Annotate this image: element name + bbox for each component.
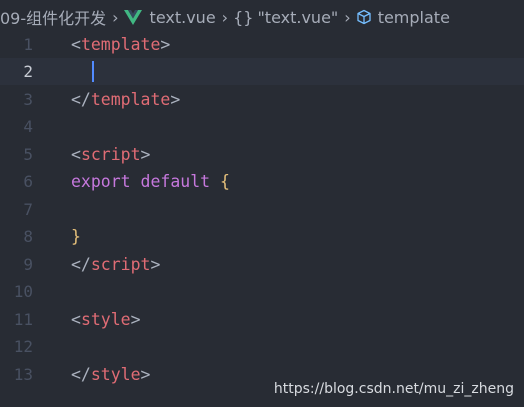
tag-open-bracket: <: [71, 310, 81, 329]
code-text: </script>: [71, 251, 160, 278]
line-number: 7: [23, 200, 33, 219]
line-number: 8: [23, 227, 33, 246]
code-text: <template>: [71, 31, 170, 58]
tag-name: template: [90, 90, 171, 109]
line-number: 1: [23, 35, 33, 54]
text-cursor: [92, 61, 94, 82]
chevron-right-icon: ›: [221, 7, 229, 27]
tag-name: script: [90, 255, 151, 274]
tag-name: template: [80, 35, 161, 54]
code-text: }: [71, 223, 81, 250]
braces-icon: {}: [233, 7, 254, 27]
code-text: </template>: [71, 86, 180, 113]
code-line[interactable]: 12: [0, 333, 524, 360]
tag-close-bracket: >: [160, 35, 171, 54]
code-line[interactable]: 3 </template>: [0, 86, 524, 113]
line-number: 6: [23, 172, 33, 191]
tag-close-bracket: >: [170, 90, 181, 109]
watermark: https://blog.csdn.net/mu_zi_zheng: [273, 381, 514, 397]
line-number: 12: [13, 337, 33, 356]
breadcrumb-object-label: "text.vue": [257, 7, 339, 27]
line-number: 4: [23, 117, 33, 136]
tag-open-bracket: <: [71, 145, 81, 164]
chevron-right-icon: ›: [344, 7, 351, 27]
code-line[interactable]: 7: [0, 196, 524, 223]
tag-close-bracket: >: [150, 255, 161, 274]
tag-open-bracket: </: [71, 365, 91, 384]
code-text: <style>: [71, 306, 141, 333]
code-line[interactable]: 4: [0, 113, 524, 140]
code-line[interactable]: 11 <style>: [0, 306, 524, 333]
open-brace: {: [220, 172, 230, 191]
line-number: 3: [23, 90, 33, 109]
code-line[interactable]: 9 </script>: [0, 251, 524, 278]
breadcrumb-file-label: text.vue: [149, 7, 216, 27]
code-editor[interactable]: 1 <template> 2 3 </template> 4 5 <script…: [0, 31, 524, 407]
tag-close-bracket: >: [140, 145, 151, 164]
line-number: 13: [13, 365, 33, 384]
breadcrumb: 09-组件化开发 › text.vue › {} "text.vue" › te…: [0, 0, 524, 34]
tag-name: style: [80, 310, 131, 329]
vue-file-icon: [123, 9, 142, 25]
tag-open-bracket: <: [71, 35, 81, 54]
code-line[interactable]: 8 }: [0, 223, 524, 250]
tag-name: style: [90, 365, 141, 384]
code-text: <script>: [71, 141, 150, 168]
tag-name: script: [80, 145, 141, 164]
tag-open-bracket: </: [71, 255, 91, 274]
close-brace: }: [71, 227, 81, 246]
tag-close-bracket: >: [140, 365, 151, 384]
line-number: 11: [13, 310, 33, 329]
code-line[interactable]: 6 export default {: [0, 168, 524, 195]
cube-icon: [356, 9, 372, 25]
tag-close-bracket: >: [130, 310, 141, 329]
keyword-export: export: [71, 172, 131, 191]
keyword-default: default: [140, 172, 211, 191]
code-text: </style>: [71, 361, 150, 388]
line-number: 5: [23, 145, 33, 164]
breadcrumb-symbol[interactable]: template: [356, 8, 450, 27]
line-number: 9: [23, 255, 33, 274]
code-line-active[interactable]: 2: [0, 58, 524, 85]
code-text: export default {: [71, 168, 230, 195]
code-line[interactable]: 5 <script>: [0, 141, 524, 168]
breadcrumb-object[interactable]: {} "text.vue": [233, 8, 338, 27]
tag-open-bracket: </: [71, 90, 91, 109]
code-line[interactable]: 1 <template>: [0, 31, 524, 58]
breadcrumb-symbol-label: template: [377, 7, 450, 27]
breadcrumb-folder[interactable]: 09-组件化开发: [0, 5, 106, 29]
breadcrumb-file[interactable]: text.vue: [123, 7, 216, 27]
code-line[interactable]: 10: [0, 278, 524, 305]
chevron-right-icon: ›: [112, 7, 119, 27]
breadcrumb-folder-label: 09-组件化开发: [0, 9, 107, 28]
line-number: 10: [13, 282, 33, 301]
line-number: 2: [23, 62, 33, 81]
